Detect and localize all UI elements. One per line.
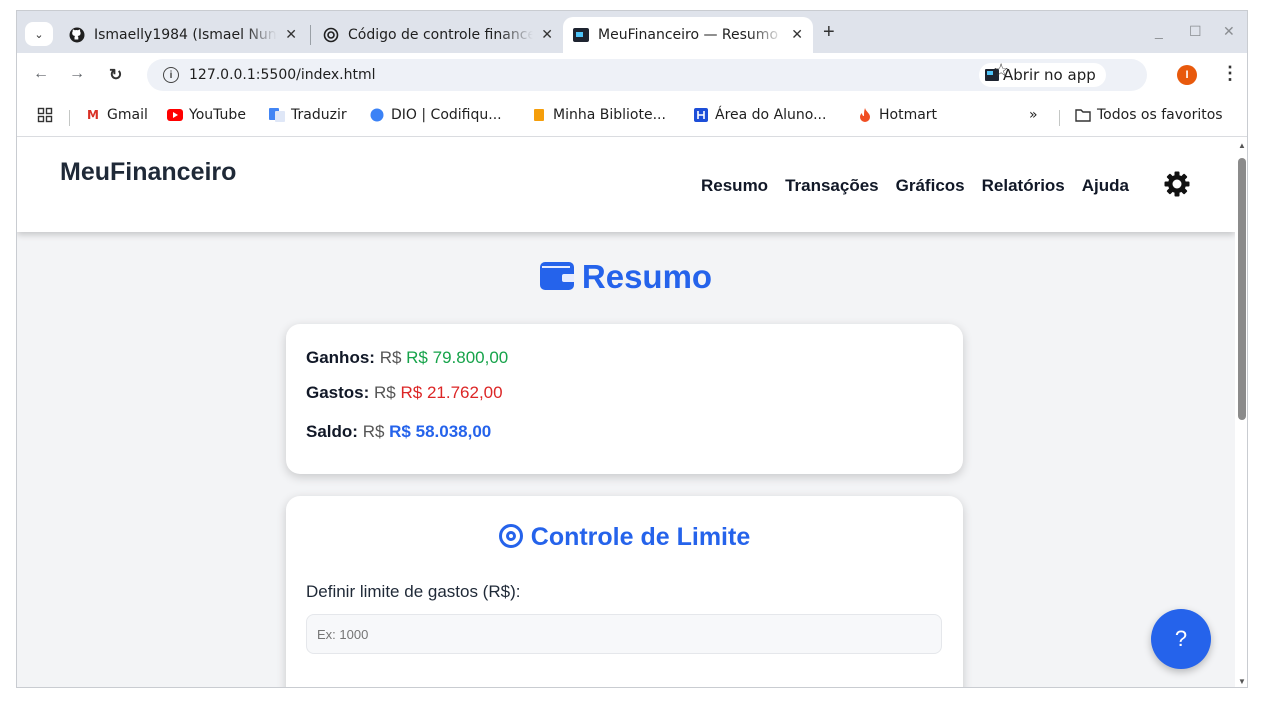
bookmark-area-aluno[interactable]: Área do Aluno... bbox=[693, 107, 826, 123]
back-icon[interactable]: ← bbox=[33, 65, 49, 83]
student-icon bbox=[693, 108, 709, 122]
browser-toolbar: ← → ↻ i 127.0.0.1:5500/index.html Abrir … bbox=[17, 53, 1247, 97]
page-viewport: MeuFinanceiro Resumo Transações Gráficos… bbox=[17, 138, 1235, 687]
tab-divider bbox=[310, 25, 311, 45]
limit-card: Controle de Limite Definir limite de gas… bbox=[286, 496, 963, 687]
currency-prefix: R$ bbox=[379, 348, 402, 367]
scroll-thumb[interactable] bbox=[1238, 158, 1246, 420]
gmail-icon: M bbox=[87, 108, 99, 122]
gastos-row: Gastos: R$ R$ 21.762,00 bbox=[306, 383, 503, 403]
site-header: MeuFinanceiro Resumo Transações Gráficos… bbox=[17, 138, 1235, 232]
nav-relatorios[interactable]: Relatórios bbox=[982, 176, 1065, 196]
summary-card: Ganhos: R$ R$ 79.800,00 Gastos: R$ R$ 21… bbox=[286, 324, 963, 474]
browser-menu-icon[interactable]: ⋮ bbox=[1221, 63, 1239, 84]
gastos-label: Gastos: bbox=[306, 383, 370, 402]
tab-title: Código de controle financeiro bbox=[348, 27, 533, 43]
chatgpt-icon bbox=[323, 27, 339, 43]
bookmark-star-icon[interactable]: ☆ bbox=[993, 60, 1009, 81]
more-bookmarks-button[interactable]: » bbox=[1029, 107, 1038, 123]
tab-github[interactable]: Ismaelly1984 (Ismael Nunes) ✕ bbox=[59, 17, 307, 53]
new-tab-button[interactable]: + bbox=[823, 21, 835, 44]
nav-transacoes[interactable]: Transações bbox=[785, 176, 879, 196]
close-icon[interactable]: ✕ bbox=[285, 27, 297, 43]
bookmarks-bar: M Gmail YouTube Traduzir DIO | Codifiqu.… bbox=[17, 97, 1247, 137]
open-in-app-label: Abrir no app bbox=[1003, 66, 1096, 84]
reload-icon[interactable]: ↻ bbox=[109, 65, 122, 85]
wallet-icon bbox=[539, 262, 574, 290]
bookmarks-divider bbox=[69, 110, 70, 126]
tab-search-button[interactable]: ⌄ bbox=[25, 22, 53, 46]
tab-title: MeuFinanceiro — Resumo bbox=[598, 27, 779, 43]
bookmark-label: YouTube bbox=[189, 107, 246, 123]
saldo-value: R$ 58.038,00 bbox=[389, 422, 492, 441]
limit-title: Controle de Limite bbox=[530, 523, 751, 551]
window-close-icon[interactable]: ✕ bbox=[1223, 23, 1235, 40]
site-brand[interactable]: MeuFinanceiro bbox=[60, 158, 236, 187]
folder-icon bbox=[1075, 108, 1091, 122]
bookmark-youtube[interactable]: YouTube bbox=[167, 107, 246, 123]
tab-strip: ⌄ Ismaelly1984 (Ismael Nunes) ✕ Código d… bbox=[17, 11, 1247, 53]
bookmark-label: Todos os favoritos bbox=[1097, 107, 1223, 123]
app-icon bbox=[573, 27, 589, 43]
bookmark-label: Área do Aluno... bbox=[715, 107, 827, 123]
ganhos-row: Ganhos: R$ R$ 79.800,00 bbox=[306, 348, 508, 368]
minimize-icon[interactable]: _ bbox=[1155, 23, 1163, 39]
url-text[interactable]: 127.0.0.1:5500/index.html bbox=[189, 67, 376, 83]
currency-prefix: R$ bbox=[374, 383, 396, 402]
bookmark-biblioteca[interactable]: Minha Bibliote... bbox=[531, 107, 666, 123]
limit-label: Definir limite de gastos (R$): bbox=[306, 582, 521, 601]
close-icon[interactable]: ✕ bbox=[541, 27, 553, 43]
nav-resumo[interactable]: Resumo bbox=[701, 176, 768, 196]
gastos-value: R$ 21.762,00 bbox=[400, 383, 503, 402]
currency-prefix: R$ bbox=[362, 422, 385, 441]
site-info-icon[interactable]: i bbox=[163, 67, 179, 83]
bookmark-label: Gmail bbox=[107, 107, 148, 123]
bookmark-label: Minha Bibliote... bbox=[553, 107, 666, 123]
bookmark-gmail[interactable]: M Gmail bbox=[85, 107, 148, 123]
gear-icon[interactable] bbox=[1163, 170, 1191, 198]
browser-window: ⌄ Ismaelly1984 (Ismael Nunes) ✕ Código d… bbox=[16, 10, 1248, 688]
youtube-icon bbox=[167, 108, 183, 122]
tab-chatgpt[interactable]: Código de controle financeiro ✕ bbox=[313, 17, 563, 53]
target-icon bbox=[498, 524, 523, 548]
bookmark-traduzir[interactable]: Traduzir bbox=[269, 107, 347, 123]
scroll-down-icon[interactable]: ▼ bbox=[1238, 677, 1246, 686]
resumo-title: Resumo bbox=[581, 258, 713, 295]
bookmark-label: Hotmart bbox=[879, 107, 938, 123]
github-icon bbox=[69, 27, 85, 43]
all-favorites-folder[interactable]: Todos os favoritos bbox=[1075, 107, 1223, 123]
ganhos-value: R$ 79.800,00 bbox=[406, 348, 509, 367]
close-icon[interactable]: ✕ bbox=[791, 27, 803, 43]
translate-icon bbox=[269, 108, 285, 122]
bookmark-dio[interactable]: DIO | Codifiqu... bbox=[369, 107, 502, 123]
saldo-label: Saldo: bbox=[306, 422, 358, 441]
apps-grid-icon[interactable] bbox=[37, 107, 53, 123]
help-button[interactable]: ? bbox=[1151, 609, 1211, 669]
hotmart-icon bbox=[857, 108, 873, 122]
profile-avatar[interactable]: I bbox=[1177, 65, 1197, 85]
tab-title: Ismaelly1984 (Ismael Nunes) bbox=[94, 27, 277, 43]
forward-icon[interactable]: → bbox=[69, 65, 85, 83]
library-icon bbox=[531, 108, 547, 122]
limit-heading: Controle de Limite bbox=[286, 523, 963, 552]
page-scrollbar[interactable]: ▲ ▼ bbox=[1235, 138, 1247, 687]
bookmark-label: DIO | Codifiqu... bbox=[391, 107, 502, 123]
scroll-up-icon[interactable]: ▲ bbox=[1238, 141, 1246, 150]
nav-ajuda[interactable]: Ajuda bbox=[1082, 176, 1129, 196]
maximize-icon[interactable]: ☐ bbox=[1189, 23, 1202, 40]
dio-icon bbox=[369, 108, 385, 122]
resumo-heading: Resumo bbox=[17, 258, 1235, 296]
limit-input[interactable] bbox=[306, 614, 942, 654]
main-nav: Resumo Transações Gráficos Relatórios Aj… bbox=[701, 176, 1129, 196]
tab-meufinanceiro[interactable]: MeuFinanceiro — Resumo ✕ bbox=[563, 17, 813, 53]
saldo-row: Saldo: R$ R$ 58.038,00 bbox=[306, 422, 491, 442]
nav-graficos[interactable]: Gráficos bbox=[896, 176, 965, 196]
bookmark-hotmart[interactable]: Hotmart bbox=[857, 107, 937, 123]
ganhos-label: Ganhos: bbox=[306, 348, 375, 367]
bookmarks-divider bbox=[1059, 110, 1060, 126]
bookmark-label: Traduzir bbox=[291, 107, 347, 123]
